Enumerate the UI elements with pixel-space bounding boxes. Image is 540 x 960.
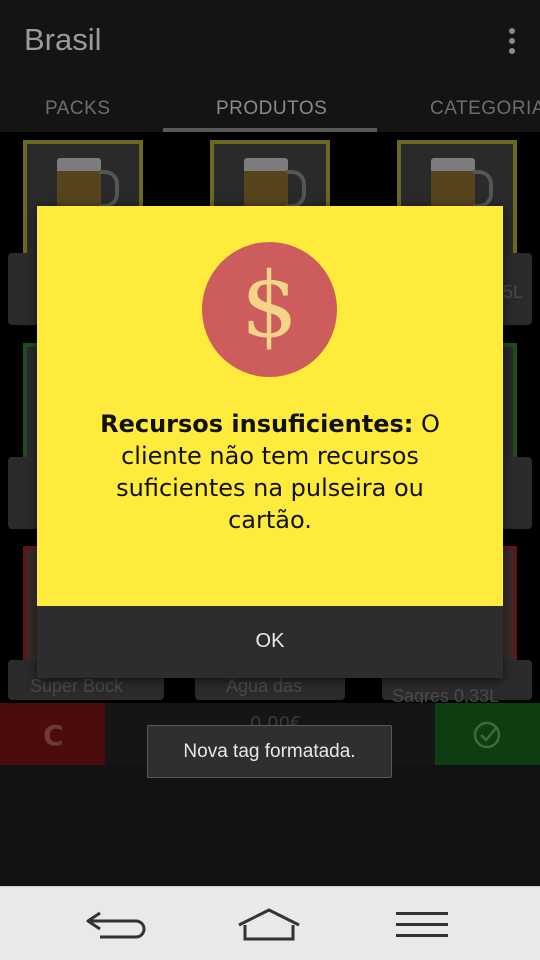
clear-button[interactable]: C [0, 703, 105, 765]
tab-bar: PACKS PRODUTOS CATEGORIA [0, 86, 540, 132]
dialog-message-title: Recursos insuficientes: [100, 410, 414, 438]
overflow-menu-icon[interactable] [506, 28, 518, 58]
tab-produtos[interactable]: PRODUTOS [216, 98, 327, 120]
dollar-icon: $ [202, 242, 337, 377]
ok-button-label: OK [255, 630, 285, 652]
clear-label: C [43, 719, 64, 752]
home-icon[interactable] [236, 907, 302, 943]
check-circle-icon [473, 721, 501, 749]
ok-button[interactable]: OK [37, 606, 503, 678]
app-bar: Brasil [0, 0, 540, 86]
system-nav-bar [0, 886, 540, 960]
product-label [500, 457, 532, 529]
tab-categoria[interactable]: CATEGORIA [430, 98, 540, 120]
confirm-button[interactable] [435, 703, 540, 765]
toast: Nova tag formatada. [147, 725, 392, 778]
product-label-text: 5L [503, 282, 524, 302]
beer-mug-handle [99, 170, 119, 208]
insufficient-funds-dialog: $ Recursos insuficientes: O cliente não … [37, 206, 503, 678]
dialog-message: Recursos insuficientes: O cliente não te… [97, 408, 443, 536]
product-label [8, 253, 38, 325]
dialog-body: $ Recursos insuficientes: O cliente não … [37, 206, 503, 606]
toast-text: Nova tag formatada. [183, 741, 356, 762]
tab-packs[interactable]: PACKS [45, 98, 111, 120]
beer-mug-handle [473, 170, 493, 208]
beer-mug-handle [286, 170, 306, 208]
screen: Brasil PACKS PRODUTOS CATEGORIA 5L Super… [0, 0, 540, 960]
product-label-text: Água das [226, 676, 303, 696]
menu-icon[interactable] [394, 909, 450, 941]
dollar-glyph: $ [240, 253, 299, 358]
product-label [8, 457, 38, 529]
product-label-text: Super Bock [30, 676, 124, 696]
back-icon[interactable] [86, 907, 150, 943]
content-area [0, 765, 540, 886]
app-title: Brasil [24, 22, 102, 57]
